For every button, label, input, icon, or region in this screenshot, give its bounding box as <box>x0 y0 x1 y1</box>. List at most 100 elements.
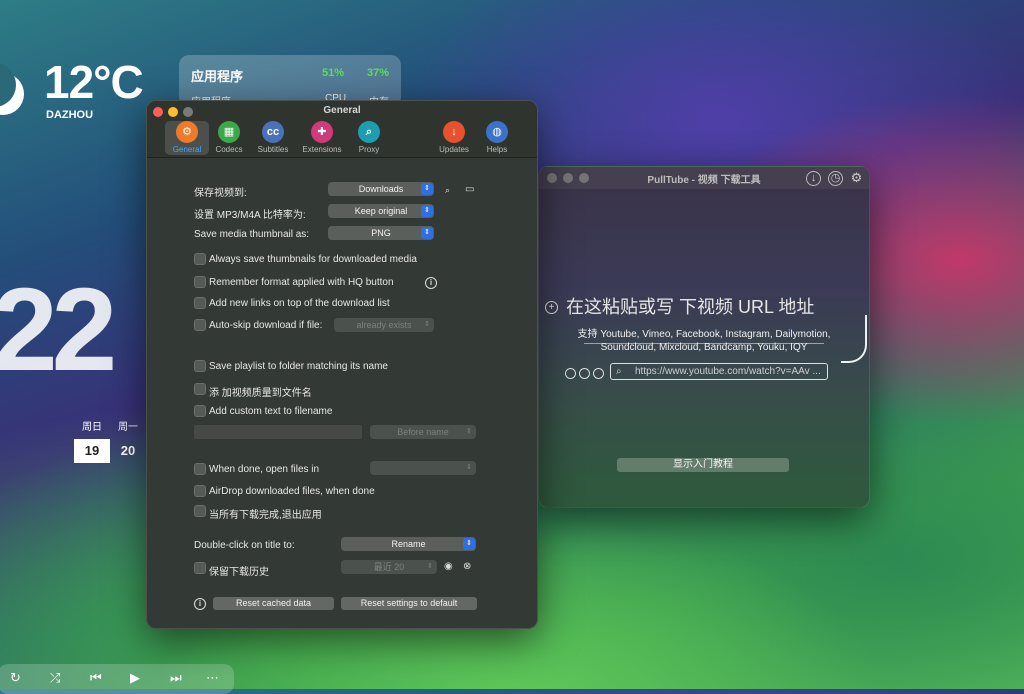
bitrate-label: 设置 MP3/M4A 比特率为: <box>194 210 306 221</box>
open-files-checkbox[interactable] <box>194 463 206 475</box>
url-input[interactable]: ⌕ https://www.youtube.com/watch?v=AAv ..… <box>610 363 828 380</box>
paste-prompt-text: 在这粘贴或写 下视频 URL 地址 <box>566 297 815 317</box>
repeat-icon[interactable]: ↻ <box>10 670 21 686</box>
paste-prompt[interactable]: + 在这粘贴或写 下视频 URL 地址 <box>545 293 814 319</box>
option-dots <box>565 366 607 384</box>
custom-text-label: Add custom text to filename <box>209 406 333 417</box>
moon-icon <box>0 63 24 115</box>
clear-icon[interactable]: ⊗ <box>463 561 471 572</box>
updates-download-icon: ↓ <box>443 121 465 143</box>
bitrate-select[interactable]: Keep original ⇕ <box>328 204 434 218</box>
history-count-select[interactable]: 最近 20 ⇕ <box>341 560 437 574</box>
next-icon[interactable]: ⏭ <box>170 670 182 686</box>
codecs-film-icon: ▦ <box>218 121 240 143</box>
folder-icon[interactable]: ▭ <box>465 184 474 195</box>
chevron-updown-icon: ⇕ <box>463 538 475 550</box>
tab-proxy[interactable]: ⌕ Proxy <box>345 121 393 154</box>
tab-updates[interactable]: ↓ Updates <box>430 121 478 154</box>
preferences-title: General <box>323 105 361 116</box>
dot-icon[interactable] <box>593 368 604 379</box>
remember-hq-checkbox[interactable] <box>194 276 206 288</box>
music-widget: ↻ ⤮ ⏮ ▶ ⏭ ⋯ <box>0 664 234 694</box>
info-icon[interactable]: i <box>425 277 437 289</box>
weather-city: DAZHOU <box>46 109 94 121</box>
remember-hq-label: Remember format applied with HQ button <box>209 277 394 288</box>
save-playlist-label: Save playlist to folder matching its nam… <box>209 361 388 372</box>
tab-subtitles[interactable]: cc Subtitles <box>249 121 297 154</box>
help-lifebuoy-icon: ◍ <box>486 121 508 143</box>
activity-title: 应用程序 <box>191 69 244 84</box>
general-gear-icon: ⚙ <box>176 121 198 143</box>
supported-sites-line2: Soundcloud, Mixcloud, Bandcamp, Youku, I… <box>600 342 808 353</box>
subtitles-cc-icon: cc <box>262 121 284 143</box>
reset-cache-button[interactable]: Reset cached data <box>213 597 334 610</box>
calendar-day[interactable]: 20 <box>110 439 146 463</box>
add-icon[interactable]: + <box>545 301 558 314</box>
tab-label: Codecs <box>215 145 243 154</box>
play-icon[interactable]: ▶ <box>130 670 140 686</box>
quit-when-done-label: 当所有下载完成,退出应用 <box>209 510 322 521</box>
airdrop-label: AirDrop downloaded files, when done <box>209 486 375 497</box>
auto-skip-select[interactable]: already exists ⇕ <box>334 318 434 332</box>
more-icon[interactable]: ⋯ <box>206 670 219 686</box>
pulltube-window: PullTube - 视频 下载工具 ↓ ◷ ⚙ + 在这粘贴或写 下视频 URL… <box>538 166 870 508</box>
chevron-updown-icon: ⇕ <box>421 183 433 195</box>
keep-history-checkbox[interactable] <box>194 562 206 574</box>
dot-icon[interactable] <box>565 368 576 379</box>
weather-temperature: 12°C <box>44 56 144 108</box>
tab-label: Subtitles <box>257 145 289 154</box>
show-guide-button[interactable]: 显示入门教程 <box>617 458 789 472</box>
tab-codecs[interactable]: ▦ Codecs <box>205 121 253 154</box>
double-click-action-select[interactable]: Rename ⇕ <box>341 537 476 551</box>
tab-label: Extensions <box>302 145 342 154</box>
gear-icon[interactable]: ⚙ <box>850 171 863 184</box>
quality-filename-label: 添 加视频质量到文件名 <box>209 388 312 399</box>
always-save-thumbnails-checkbox[interactable] <box>194 253 206 265</box>
open-files-app-select[interactable]: ⇕ <box>370 461 476 475</box>
reveal-search-icon[interactable]: ⌕ <box>445 185 450 196</box>
preferences-toolbar: General ⚙ General ▦ Codecs cc Subtitles … <box>147 101 537 158</box>
dot-icon[interactable] <box>579 368 590 379</box>
eye-icon[interactable]: ◉ <box>444 561 453 572</box>
bitrate-value: Keep original <box>354 206 408 216</box>
save-playlist-checkbox[interactable] <box>194 360 206 372</box>
mem-percent: 37% <box>367 67 390 79</box>
supported-sites-line1: 支持 Youtube, Vimeo, Facebook, Instagram, … <box>577 329 831 340</box>
shuffle-icon[interactable]: ⤮ <box>50 670 60 686</box>
custom-text-position-value: Before name <box>397 427 449 437</box>
info-icon[interactable]: i <box>194 598 206 610</box>
download-icon[interactable]: ↓ <box>806 171 821 186</box>
history-count-value: 最近 20 <box>373 562 405 572</box>
thumbnail-format-value: PNG <box>371 228 391 238</box>
pulltube-titlebar: PullTube - 视频 下载工具 ↓ ◷ ⚙ <box>539 167 869 189</box>
search-icon: ⌕ <box>616 366 622 377</box>
airdrop-checkbox[interactable] <box>194 485 206 497</box>
tab-extensions[interactable]: ✚ Extensions <box>298 121 346 154</box>
double-click-action-value: Rename <box>391 539 426 549</box>
custom-text-checkbox[interactable] <box>194 405 206 417</box>
chevron-updown-icon: ⇕ <box>466 428 472 435</box>
previous-icon[interactable]: ⏮ <box>90 670 102 686</box>
thumbnail-format-select[interactable]: PNG ⇕ <box>328 226 434 240</box>
double-click-label: Double-click on title to: <box>194 540 295 551</box>
tab-helps[interactable]: ◍ Helps <box>473 121 521 154</box>
chevron-updown-icon: ⇕ <box>421 227 433 239</box>
auto-skip-checkbox[interactable] <box>194 319 206 331</box>
add-links-top-checkbox[interactable] <box>194 297 206 309</box>
history-icon[interactable]: ◷ <box>828 171 843 186</box>
quality-filename-checkbox[interactable] <box>194 383 206 395</box>
tab-label: Helps <box>486 145 508 154</box>
custom-text-field[interactable] <box>194 425 362 439</box>
save-location-select[interactable]: Downloads ⇕ <box>328 182 434 196</box>
tab-general[interactable]: ⚙ General <box>165 121 209 155</box>
open-files-label: When done, open files in <box>209 464 320 475</box>
weather-widget: 12°C DAZHOU <box>0 55 160 125</box>
calendar-day-selected[interactable]: 19 <box>74 439 110 463</box>
chevron-updown-icon: ⇕ <box>424 321 430 328</box>
quit-when-done-checkbox[interactable] <box>194 505 206 517</box>
date-widget: 22 <box>0 264 117 396</box>
chevron-updown-icon: ⇕ <box>421 205 433 217</box>
keep-history-label: 保留下载历史 <box>209 567 269 578</box>
reset-settings-button[interactable]: Reset settings to default <box>341 597 477 610</box>
custom-text-position-select[interactable]: Before name ⇕ <box>370 425 476 439</box>
